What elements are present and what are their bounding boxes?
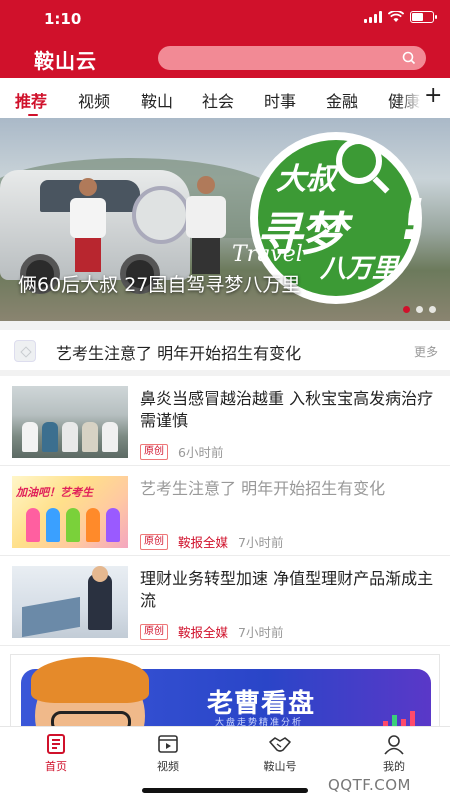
divider (0, 321, 450, 330)
tab-fade (398, 78, 422, 118)
carousel-dots (403, 306, 436, 313)
list-item[interactable]: 理财业务转型加速 净值型理财产品渐成主流 原创 鞍报全媒 7小时前 (0, 556, 450, 646)
app-header: 1:10 鞍山云 (0, 0, 450, 78)
status-icons (364, 11, 437, 23)
video-icon (158, 735, 178, 753)
headline-notice[interactable]: 艺考生注意了 明年开始招生有变化 更多 (0, 330, 450, 370)
search-icon (402, 51, 416, 65)
badge-exclamation: ! (400, 188, 426, 253)
wifi-icon (388, 11, 404, 22)
nav-video[interactable]: 视频 (138, 733, 198, 774)
carousel-dot[interactable] (416, 306, 423, 313)
signal-icon (364, 11, 382, 23)
carousel-dot[interactable] (403, 306, 410, 313)
article-source[interactable]: 鞍报全媒 (178, 622, 228, 641)
user-icon (384, 735, 404, 755)
search-input[interactable] (158, 46, 426, 70)
nav-label: 视频 (157, 760, 179, 773)
add-channel-button[interactable]: + (424, 83, 442, 108)
battery-icon (410, 11, 437, 23)
original-tag: 原创 (140, 623, 168, 640)
banner-carousel[interactable]: 大叔 寻梦 ! Travel 八万里 俩60后大叔 27国自驾寻梦八万里 (0, 118, 450, 321)
home-indicator[interactable] (142, 788, 308, 793)
nav-label: 我的 (383, 760, 405, 773)
badge-travel: Travel (232, 242, 303, 267)
banner-spare-tire (132, 186, 190, 244)
article-time: 7小时前 (238, 625, 284, 640)
tab-video[interactable]: 视频 (78, 88, 110, 112)
active-tab-indicator (28, 114, 38, 116)
banner-person-left (70, 178, 106, 274)
article-thumbnail (12, 566, 128, 638)
nav-label: 鞍山号 (263, 760, 297, 773)
nav-home[interactable]: 首页 (26, 733, 86, 774)
nav-mine[interactable]: 我的 (364, 733, 424, 774)
list-item[interactable]: 加油吧！艺考生 艺考生注意了 明年开始招生有变化 原创 鞍报全媒 7小时前 (0, 466, 450, 556)
original-tag: 原创 (140, 443, 168, 460)
ad-character-hair (31, 657, 149, 703)
newspaper-icon (47, 734, 65, 754)
article-thumbnail: 加油吧！艺考生 (12, 476, 128, 548)
article-time: 7小时前 (238, 535, 284, 550)
category-tabs: 推荐 视频 鞍山 社会 时事 金融 健康 + (0, 78, 450, 118)
article-title[interactable]: 艺考生注意了 明年开始招生有变化 (140, 478, 436, 500)
handshake-icon (269, 737, 291, 752)
original-tag: 原创 (140, 533, 168, 550)
magnifier-icon (336, 138, 382, 184)
thumbnail-text: 加油吧！艺考生 (16, 486, 93, 499)
article-time: 6小时前 (178, 445, 224, 460)
tab-finance[interactable]: 金融 (326, 88, 358, 112)
notice-text[interactable]: 艺考生注意了 明年开始招生有变化 (56, 340, 301, 364)
badge-line1: 大叔 (276, 162, 336, 197)
ad-banner[interactable]: 老曹看盘 大盘走势精准分析 (10, 654, 440, 730)
tab-anshan[interactable]: 鞍山 (141, 88, 173, 112)
list-item[interactable]: 鼻炎当感冒越治越重 入秋宝宝高发病治疗需谨慎 原创 6小时前 (0, 376, 450, 466)
more-link[interactable]: 更多 (414, 343, 438, 360)
banner-person-right (186, 176, 226, 276)
banner-caption: 俩60后大叔 27国自驾寻梦八万里 (18, 274, 301, 296)
article-meta: 原创 鞍报全媒 7小时前 (140, 622, 283, 641)
nav-anshan-account[interactable]: 鞍山号 (250, 733, 310, 774)
article-thumbnail (12, 386, 128, 458)
notice-icon (14, 340, 36, 362)
badge-line3: 八万里 (320, 254, 399, 284)
article-title[interactable]: 理财业务转型加速 净值型理财产品渐成主流 (140, 568, 436, 612)
article-meta: 原创 6小时前 (140, 442, 223, 461)
article-source[interactable]: 鞍报全媒 (178, 532, 228, 551)
tab-current-affairs[interactable]: 时事 (264, 88, 296, 112)
article-meta: 原创 鞍报全媒 7小时前 (140, 532, 283, 551)
carousel-dot[interactable] (429, 306, 436, 313)
tab-recommend[interactable]: 推荐 (15, 88, 47, 112)
tab-society[interactable]: 社会 (202, 88, 234, 112)
status-time: 1:10 (44, 10, 82, 28)
app-logo: 鞍山云 (34, 49, 97, 73)
nav-label: 首页 (45, 760, 67, 773)
watermark: QQTF.COM (328, 776, 411, 794)
article-title[interactable]: 鼻炎当感冒越治越重 入秋宝宝高发病治疗需谨慎 (140, 388, 436, 432)
